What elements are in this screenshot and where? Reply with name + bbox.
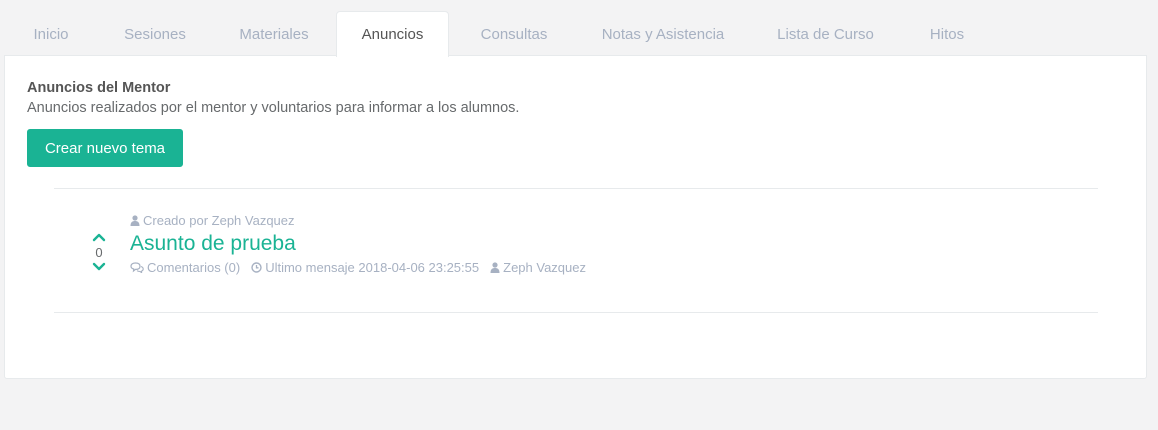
tab-consultas[interactable]: Consultas: [449, 11, 579, 56]
vote-count: 0: [95, 245, 103, 260]
topic-last-author: Zeph Vazquez: [503, 260, 586, 275]
topic-meta: Comentarios (0) Ultimo mensaje 2018-04-0…: [130, 260, 586, 275]
topic-created-by: Creado por Zeph Vazquez: [143, 213, 295, 228]
topic-comments-link[interactable]: Comentarios (0): [147, 260, 240, 275]
tab-hitos[interactable]: Hitos: [904, 11, 990, 56]
user-icon: [130, 215, 140, 226]
section-description: Anuncios realizados por el mentor y volu…: [27, 100, 520, 116]
create-topic-button[interactable]: Crear nuevo tema: [27, 129, 183, 167]
topic-creator: Creado por Zeph Vazquez: [130, 213, 586, 228]
chevron-down-icon[interactable]: [92, 262, 106, 272]
tab-notas-asistencia[interactable]: Notas y Asistencia: [579, 11, 747, 56]
vote-widget: 0: [87, 232, 111, 272]
chevron-up-icon[interactable]: [92, 232, 106, 242]
topic-title-link[interactable]: Asunto de prueba: [130, 231, 586, 257]
tab-inicio[interactable]: Inicio: [4, 11, 98, 56]
announcements-panel: Anuncios del Mentor Anuncios realizados …: [4, 55, 1147, 379]
tab-bar: Inicio Sesiones Materiales Anuncios Cons…: [4, 11, 1146, 57]
divider-top: [54, 188, 1098, 189]
topic-last-message: Ultimo mensaje 2018-04-06 23:25:55: [265, 260, 480, 275]
tab-materiales[interactable]: Materiales: [212, 11, 336, 56]
section-title: Anuncios del Mentor: [27, 80, 171, 96]
tab-sesiones[interactable]: Sesiones: [98, 11, 212, 56]
user-icon: [490, 262, 500, 273]
divider-bottom: [54, 312, 1098, 313]
clock-icon: [251, 262, 262, 273]
topic-item: Creado por Zeph Vazquez Asunto de prueba…: [130, 213, 586, 275]
tab-anuncios[interactable]: Anuncios: [336, 11, 449, 57]
comments-icon: [130, 262, 144, 273]
tab-lista-curso[interactable]: Lista de Curso: [747, 11, 904, 56]
